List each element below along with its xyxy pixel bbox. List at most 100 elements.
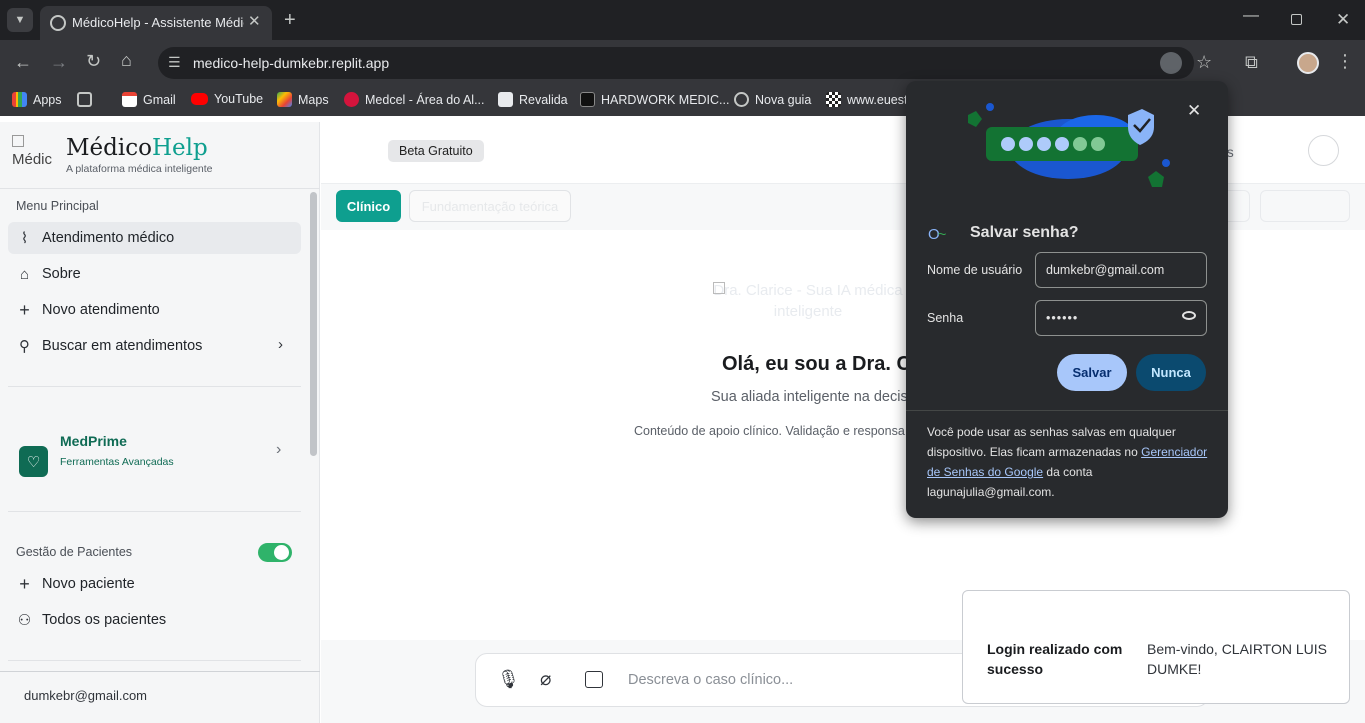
broken-image-icon: [713, 282, 725, 294]
microphone-icon[interactable]: 🎙︎: [497, 669, 520, 690]
bookmark-euest[interactable]: www.euest: [826, 92, 907, 107]
bookmark-hardwork[interactable]: HARDWORK MEDIC...: [580, 92, 729, 107]
maximize-icon[interactable]: [1291, 14, 1302, 25]
bookmark-youtube[interactable]: YouTube: [191, 92, 263, 106]
browser-tab-strip: ▼ MédicoHelp - Assistente Médico ✕ + — ✕: [0, 0, 1365, 40]
bookmark-medcel[interactable]: Medcel - Área do Al...: [344, 92, 485, 107]
sidebar-footer-divider: [0, 671, 320, 672]
address-bar[interactable]: ☰ medico-help-dumkebr.replit.app ☆: [158, 47, 1212, 79]
bookmark-maps[interactable]: Maps: [277, 92, 329, 107]
bookmark-apps[interactable]: Apps: [12, 92, 62, 107]
brand-tagline: A plataforma médica inteligente: [66, 163, 213, 175]
sidebar-divider: [8, 386, 301, 387]
browser-tab-active[interactable]: MédicoHelp - Assistente Médico ✕: [40, 6, 272, 40]
chevron-down-icon: ▼: [14, 13, 26, 26]
url-text: medico-help-dumkebr.replit.app: [193, 55, 390, 71]
username-field[interactable]: dumkebr@gmail.com: [1035, 252, 1207, 288]
greeting-heading: Olá, eu sou a Dra. C: [722, 353, 911, 375]
users-icon: ⚇: [17, 612, 32, 629]
tab-search-button[interactable]: ▼: [7, 8, 33, 32]
sidebar-divider: [8, 660, 301, 661]
bookmark-gmail[interactable]: Gmail: [122, 92, 176, 107]
medprime-subtitle: Ferramentas Avançadas: [60, 456, 174, 468]
sidebar-item-todos-pacientes[interactable]: ⚇ Todos os pacientes: [8, 604, 301, 636]
back-icon[interactable]: ←: [14, 53, 32, 71]
minimize-icon[interactable]: —: [1243, 8, 1259, 24]
broken-image-icon: [12, 135, 24, 147]
tab-title: MédicoHelp - Assistente Médico: [72, 15, 244, 30]
menu-kebab-icon[interactable]: ⋮: [1336, 52, 1354, 70]
brand-name: MédicoHelp: [66, 135, 208, 161]
forward-icon[interactable]: →: [50, 53, 68, 71]
bookmark-tab-groups[interactable]: [77, 92, 92, 107]
hardwork-icon: [580, 92, 595, 107]
username-label: Nome de usuário: [927, 263, 1023, 277]
tab-clinico[interactable]: Clínico: [336, 190, 401, 222]
qr-icon: [826, 92, 841, 107]
plus-icon: +: [19, 299, 30, 320]
activity-icon: ⌇: [20, 230, 29, 247]
popup-footer-text: Você pode usar as senhas salvas em qualq…: [927, 425, 1208, 499]
never-save-button[interactable]: Nunca: [1136, 354, 1206, 391]
sidebar-item-sobre[interactable]: ⌂ Sobre: [8, 258, 301, 290]
case-input[interactable]: Descreva o caso clínico...: [628, 672, 793, 688]
eye-icon[interactable]: [1182, 311, 1196, 320]
password-label: Senha: [927, 311, 964, 325]
password-illustration: [968, 103, 1170, 187]
new-tab-icon[interactable]: +: [284, 10, 296, 30]
sidebar-divider: [8, 511, 301, 512]
reload-icon[interactable]: ↻: [86, 52, 101, 70]
profile-avatar[interactable]: [1297, 52, 1319, 74]
chevron-right-icon: ›: [276, 441, 282, 458]
apps-grid-icon: [12, 92, 27, 107]
disclaimer-text: Conteúdo de apoio clínico. Validação e r…: [634, 424, 905, 438]
close-tab-icon[interactable]: ✕: [248, 14, 261, 29]
patients-section-title: Gestão de Pacientes: [16, 545, 133, 559]
sidebar-item-buscar[interactable]: ⚲ Buscar em atendimentos ›: [8, 330, 301, 362]
action-button[interactable]: [1260, 190, 1350, 222]
plus-icon: +: [19, 573, 30, 594]
maps-icon: [277, 92, 292, 107]
image-icon[interactable]: [585, 671, 603, 688]
sidebar-item-atendimento[interactable]: ⌇ Atendimento médico: [8, 222, 301, 254]
password-key-icon[interactable]: [1160, 52, 1182, 74]
home-icon[interactable]: ⌂: [121, 51, 132, 69]
popup-title: Salvar senha?: [970, 224, 1079, 241]
save-password-popup: ✕ O~ Salvar senha? Nome de usuário dumke…: [906, 81, 1228, 518]
close-popup-icon[interactable]: ✕: [1187, 101, 1201, 121]
medprime-card[interactable]: ♡ MedPrime Ferramentas Avançadas ›: [8, 422, 301, 482]
header-avatar[interactable]: [1308, 135, 1339, 166]
sidebar-header-divider: [0, 188, 320, 189]
paperclip-icon[interactable]: ⌀: [540, 668, 551, 691]
sidebar-scrollbar[interactable]: [310, 192, 317, 456]
greeting-subtitle: Sua aliada inteligente na decis: [711, 389, 908, 405]
gmail-icon: [122, 92, 137, 107]
sidebar-item-novo-atendimento[interactable]: + Novo atendimento: [8, 294, 301, 326]
user-email: dumkebr@gmail.com: [24, 688, 148, 703]
patients-toggle[interactable]: [258, 543, 292, 562]
password-key-icon: O~: [928, 226, 946, 243]
extensions-icon[interactable]: ⧉: [1245, 53, 1258, 71]
menu-title: Menu Principal: [16, 199, 99, 213]
site-info-icon[interactable]: ☰: [168, 55, 181, 69]
save-password-button[interactable]: Salvar: [1057, 354, 1127, 391]
globe-icon: [50, 15, 66, 31]
bookmark-revalida[interactable]: Revalida: [498, 92, 568, 107]
home-icon: ⌂: [19, 265, 30, 283]
sidebar: Médic MédicoHelp A plataforma médica int…: [0, 122, 320, 723]
bookmark-star-icon[interactable]: ☆: [1196, 53, 1212, 71]
close-window-icon[interactable]: ✕: [1336, 11, 1350, 28]
chevron-right-icon: ›: [278, 336, 283, 353]
medprime-title: MedPrime: [60, 433, 127, 449]
globe-icon: [734, 92, 749, 107]
tab-fundamentacao[interactable]: Fundamentação teórica: [409, 190, 571, 222]
toast-title: Login realizado com sucesso: [987, 641, 1123, 677]
medprime-heart-icon: ♡: [19, 446, 48, 477]
youtube-icon: [191, 93, 208, 105]
medcel-icon: [344, 92, 359, 107]
password-field[interactable]: ••••••: [1035, 300, 1207, 336]
toast-message: Bem-vindo, CLAIRTON LUIS DUMKE!: [1147, 641, 1327, 677]
sidebar-item-novo-paciente[interactable]: + Novo paciente: [8, 568, 301, 600]
bookmark-nova-guia[interactable]: Nova guia: [734, 92, 811, 107]
revalida-icon: [498, 92, 513, 107]
